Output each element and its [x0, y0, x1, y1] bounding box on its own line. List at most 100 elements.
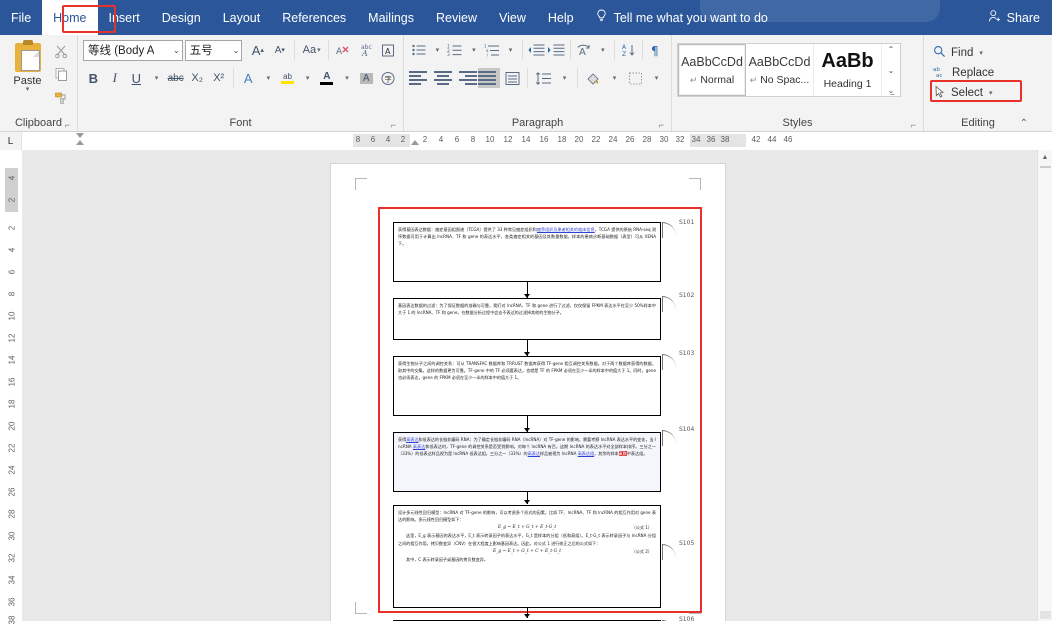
- tab-file[interactable]: File: [0, 0, 42, 35]
- enclose-characters-icon[interactable]: 字: [377, 67, 398, 89]
- bold-icon[interactable]: B: [83, 67, 104, 89]
- chevron-down-icon[interactable]: ▾: [979, 49, 983, 57]
- chevron-down-icon[interactable]: ▾: [26, 86, 30, 93]
- tab-design[interactable]: Design: [151, 0, 212, 35]
- format-painter-icon[interactable]: [50, 87, 72, 107]
- underline-dropdown-icon[interactable]: ▾: [148, 67, 165, 89]
- tab-review[interactable]: Review: [425, 0, 488, 35]
- character-border-icon[interactable]: A: [377, 39, 398, 61]
- clear-formatting-icon[interactable]: A: [333, 39, 354, 61]
- ruler-tick-2: 2: [422, 135, 428, 144]
- first-line-indent-marker[interactable]: [76, 133, 84, 138]
- asian-layout-dropdown-icon[interactable]: ▾: [595, 39, 611, 61]
- font-color-icon[interactable]: A: [317, 67, 338, 89]
- right-indent-marker[interactable]: [411, 140, 419, 145]
- scrollbar-bottom-segment[interactable]: [1040, 611, 1051, 619]
- tab-stop-selector[interactable]: L: [0, 132, 22, 150]
- asian-layout-icon[interactable]: A: [575, 39, 594, 61]
- flow-box-s103[interactable]: 获得生物分子之间的调控关系：可从 TRANSFAC 数据库和 TRRUST 数据…: [393, 356, 661, 416]
- line-spacing-dropdown-icon[interactable]: ▾: [555, 67, 573, 89]
- font-name-combo[interactable]: 等线 (Body A ⌄: [83, 39, 183, 61]
- copy-icon[interactable]: [50, 64, 72, 84]
- dialog-launcher-icon[interactable]: ⌐: [65, 120, 70, 130]
- scroll-down-icon[interactable]: ⌄: [888, 66, 895, 75]
- vertical-ruler[interactable]: 4 2 2 4 6 8 10 12 14 16 18 20 22 24 26 28 30 32 34 36 38: [0, 150, 22, 624]
- increase-indent-icon[interactable]: [547, 39, 566, 61]
- svg-text:A: A: [579, 47, 586, 57]
- multilevel-list-icon[interactable]: 1ai: [482, 39, 501, 61]
- hanging-indent-marker[interactable]: [76, 140, 84, 145]
- chevron-down-icon[interactable]: ⌄: [171, 46, 180, 55]
- cut-scissors-icon[interactable]: [50, 41, 72, 61]
- dialog-launcher-icon[interactable]: ⌐: [659, 120, 664, 130]
- borders-icon[interactable]: [624, 67, 646, 89]
- tab-references[interactable]: References: [271, 0, 357, 35]
- font-color-dropdown-icon[interactable]: ▾: [338, 67, 355, 89]
- shrink-font-icon[interactable]: A ▾: [269, 39, 290, 61]
- numbering-dropdown-icon[interactable]: ▾: [466, 39, 482, 61]
- grow-font-icon[interactable]: A ▴: [247, 39, 268, 61]
- bullets-dropdown-icon[interactable]: ▾: [429, 39, 445, 61]
- character-shading-icon[interactable]: A: [356, 67, 377, 89]
- italic-icon[interactable]: I: [105, 67, 126, 89]
- multilevel-dropdown-icon[interactable]: ▾: [502, 39, 518, 61]
- vruler-tick-34: 34: [7, 575, 16, 585]
- text-effects-icon[interactable]: A: [238, 67, 259, 89]
- shading-icon[interactable]: [582, 67, 604, 89]
- document-page[interactable]: 获得基因表达数据：癌症基因组图谱（TCGA）提供了 33 种常见癌症组织和癌旁组…: [331, 164, 725, 621]
- borders-dropdown-icon[interactable]: ▾: [647, 67, 665, 89]
- flow-box-s104[interactable]: 获得高表达和低表达的长链非编码 RNA：为了确定长链非编码 RNA（lncRNA…: [393, 432, 661, 492]
- style-item-heading-1[interactable]: AaBb Heading 1: [814, 44, 882, 96]
- document-canvas[interactable]: 获得基因表达数据：癌症基因组图谱（TCGA）提供了 33 种常见癌症组织和癌旁组…: [22, 150, 1052, 621]
- scroll-up-icon[interactable]: ⌃: [888, 45, 895, 54]
- dialog-launcher-icon[interactable]: ⌐: [391, 120, 396, 130]
- tab-home[interactable]: Home: [42, 0, 98, 35]
- tab-layout[interactable]: Layout: [212, 0, 272, 35]
- chevron-down-icon[interactable]: ⌄: [231, 46, 240, 55]
- tab-view[interactable]: View: [488, 0, 537, 35]
- scroll-up-icon[interactable]: ▲: [1038, 150, 1052, 165]
- strikethrough-icon[interactable]: abc: [165, 67, 186, 89]
- align-right-icon[interactable]: [455, 68, 477, 88]
- tab-insert[interactable]: Insert: [98, 0, 151, 35]
- justify-icon[interactable]: [478, 68, 500, 88]
- more-styles-icon[interactable]: ⌄̲: [888, 86, 895, 95]
- text-effects-dropdown-icon[interactable]: ▾: [259, 67, 276, 89]
- flow-box-s102[interactable]: 基因表达数据的过滤：为了保证数据的准确与可靠，我们对 lncRNA、TF 和 g…: [393, 298, 661, 340]
- find-button[interactable]: Find ▾: [929, 43, 1027, 63]
- change-case-icon[interactable]: Aa ▾: [299, 39, 324, 61]
- text-highlight-color-icon[interactable]: ab: [277, 67, 298, 89]
- share-button[interactable]: Share: [988, 0, 1040, 35]
- collapse-ribbon-icon[interactable]: ⌃: [1020, 118, 1028, 129]
- flow-box-s101[interactable]: 获得基因表达数据：癌症基因组图谱（TCGA）提供了 33 种常见癌症组织和癌旁组…: [393, 222, 661, 282]
- align-left-icon[interactable]: [409, 68, 431, 88]
- show-formatting-marks-icon[interactable]: ¶: [647, 39, 666, 61]
- superscript-icon[interactable]: X²: [208, 67, 229, 89]
- flow-box-s106[interactable]: 结果处理：对于上一步获得 lncRNA-TF-gene，需要分析各项参数的 p-…: [393, 620, 661, 621]
- decrease-indent-icon[interactable]: [527, 39, 546, 61]
- vruler-tick-4: 4: [7, 175, 16, 181]
- shading-dropdown-icon[interactable]: ▾: [605, 67, 623, 89]
- underline-icon[interactable]: U: [126, 67, 147, 89]
- dialog-launcher-icon[interactable]: ⌐: [911, 120, 916, 130]
- font-size-combo[interactable]: 五号 ⌄: [184, 39, 243, 61]
- flow-box-intro: 设计多元线性回归模型：lncRNA 对 TF-gene 的影响，可以考虑多个形式…: [398, 510, 656, 523]
- scrollbar-thumb[interactable]: [1040, 166, 1051, 168]
- style-item-no-spacing[interactable]: AaBbCcDd ↵ No Spac...: [746, 44, 814, 96]
- subscript-icon[interactable]: X₂: [187, 67, 208, 89]
- paste-button[interactable]: Paste ▾: [5, 38, 50, 93]
- horizontal-ruler[interactable]: 8 6 4 2 2 4 6 8 10 12 14 16 18 20 22 24 26 28 30 32 34 36 38 42…: [22, 132, 1052, 150]
- distributed-icon[interactable]: [501, 67, 523, 89]
- align-center-icon[interactable]: [432, 68, 454, 88]
- line-spacing-icon[interactable]: [532, 67, 554, 89]
- flow-box-s105[interactable]: 设计多元线性回归模型：lncRNA 对 TF-gene 的影响，可以考虑多个形式…: [393, 505, 661, 608]
- highlight-dropdown-icon[interactable]: ▾: [299, 67, 316, 89]
- phonetic-guide-icon[interactable]: abc A: [355, 39, 376, 61]
- style-item-normal[interactable]: AaBbCcDd ↵ Normal: [678, 44, 746, 96]
- sort-icon[interactable]: AZ: [619, 39, 638, 61]
- tab-mailings[interactable]: Mailings: [357, 0, 425, 35]
- numbering-icon[interactable]: 123: [446, 39, 465, 61]
- tab-help[interactable]: Help: [537, 0, 585, 35]
- vertical-scrollbar[interactable]: ▲: [1037, 150, 1052, 621]
- bullets-icon[interactable]: [409, 39, 428, 61]
